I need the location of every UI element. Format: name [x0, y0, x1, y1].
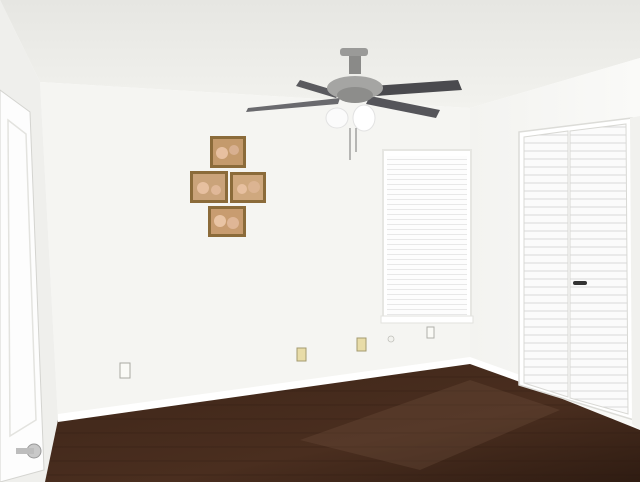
closet-handle[interactable] [573, 281, 587, 285]
picture-frame-top [210, 136, 246, 168]
picture-frame-bottom [208, 206, 246, 237]
wall-outlet-right [356, 337, 367, 352]
picture-frame-right [230, 172, 266, 203]
louvered-closet-doors[interactable] [518, 116, 640, 430]
picture-frame-left [190, 171, 228, 203]
fan-light-right [352, 104, 376, 132]
window-with-blinds [380, 149, 474, 324]
closet-door-right[interactable] [569, 123, 629, 415]
wall-outlet-window [426, 326, 435, 339]
wall-outlet-left [119, 362, 131, 379]
closet-door-left[interactable] [523, 130, 569, 398]
cable-jack [387, 335, 395, 343]
fan-light-left [325, 107, 349, 129]
room-photo [0, 0, 640, 482]
wall-outlet-center [296, 347, 307, 362]
